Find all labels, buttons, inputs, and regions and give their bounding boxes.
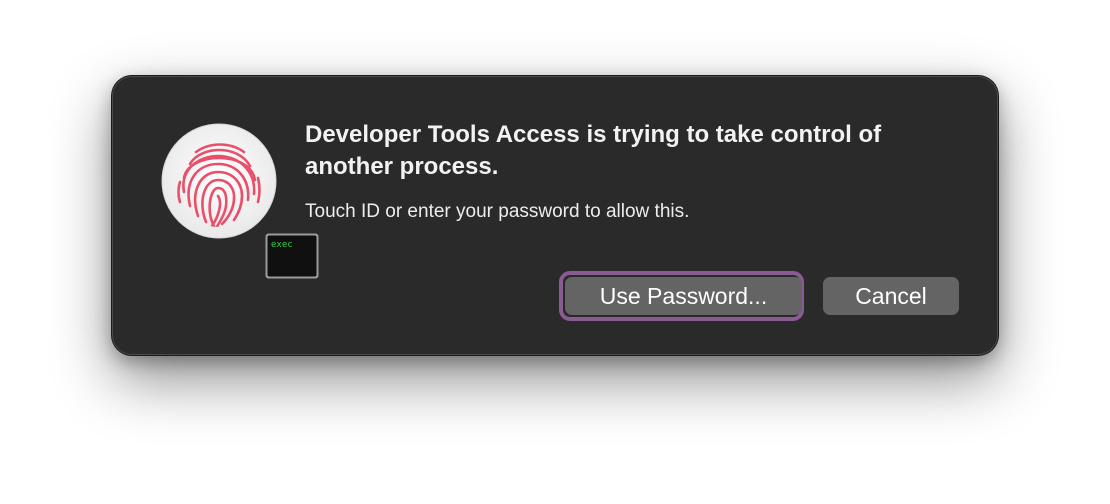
cancel-button[interactable]: Cancel: [823, 277, 959, 315]
terminal-exec-label: exec: [271, 240, 293, 250]
touch-id-dialog: exec Developer Tools Access is trying to…: [112, 76, 998, 355]
dialog-message: Touch ID or enter your password to allow…: [305, 201, 690, 222]
dialog-title: Developer Tools Access is trying to take…: [305, 121, 882, 180]
terminal-icon: exec: [265, 233, 319, 279]
fingerprint-icon: exec: [160, 122, 319, 279]
use-password-button[interactable]: Use Password...: [565, 277, 802, 315]
